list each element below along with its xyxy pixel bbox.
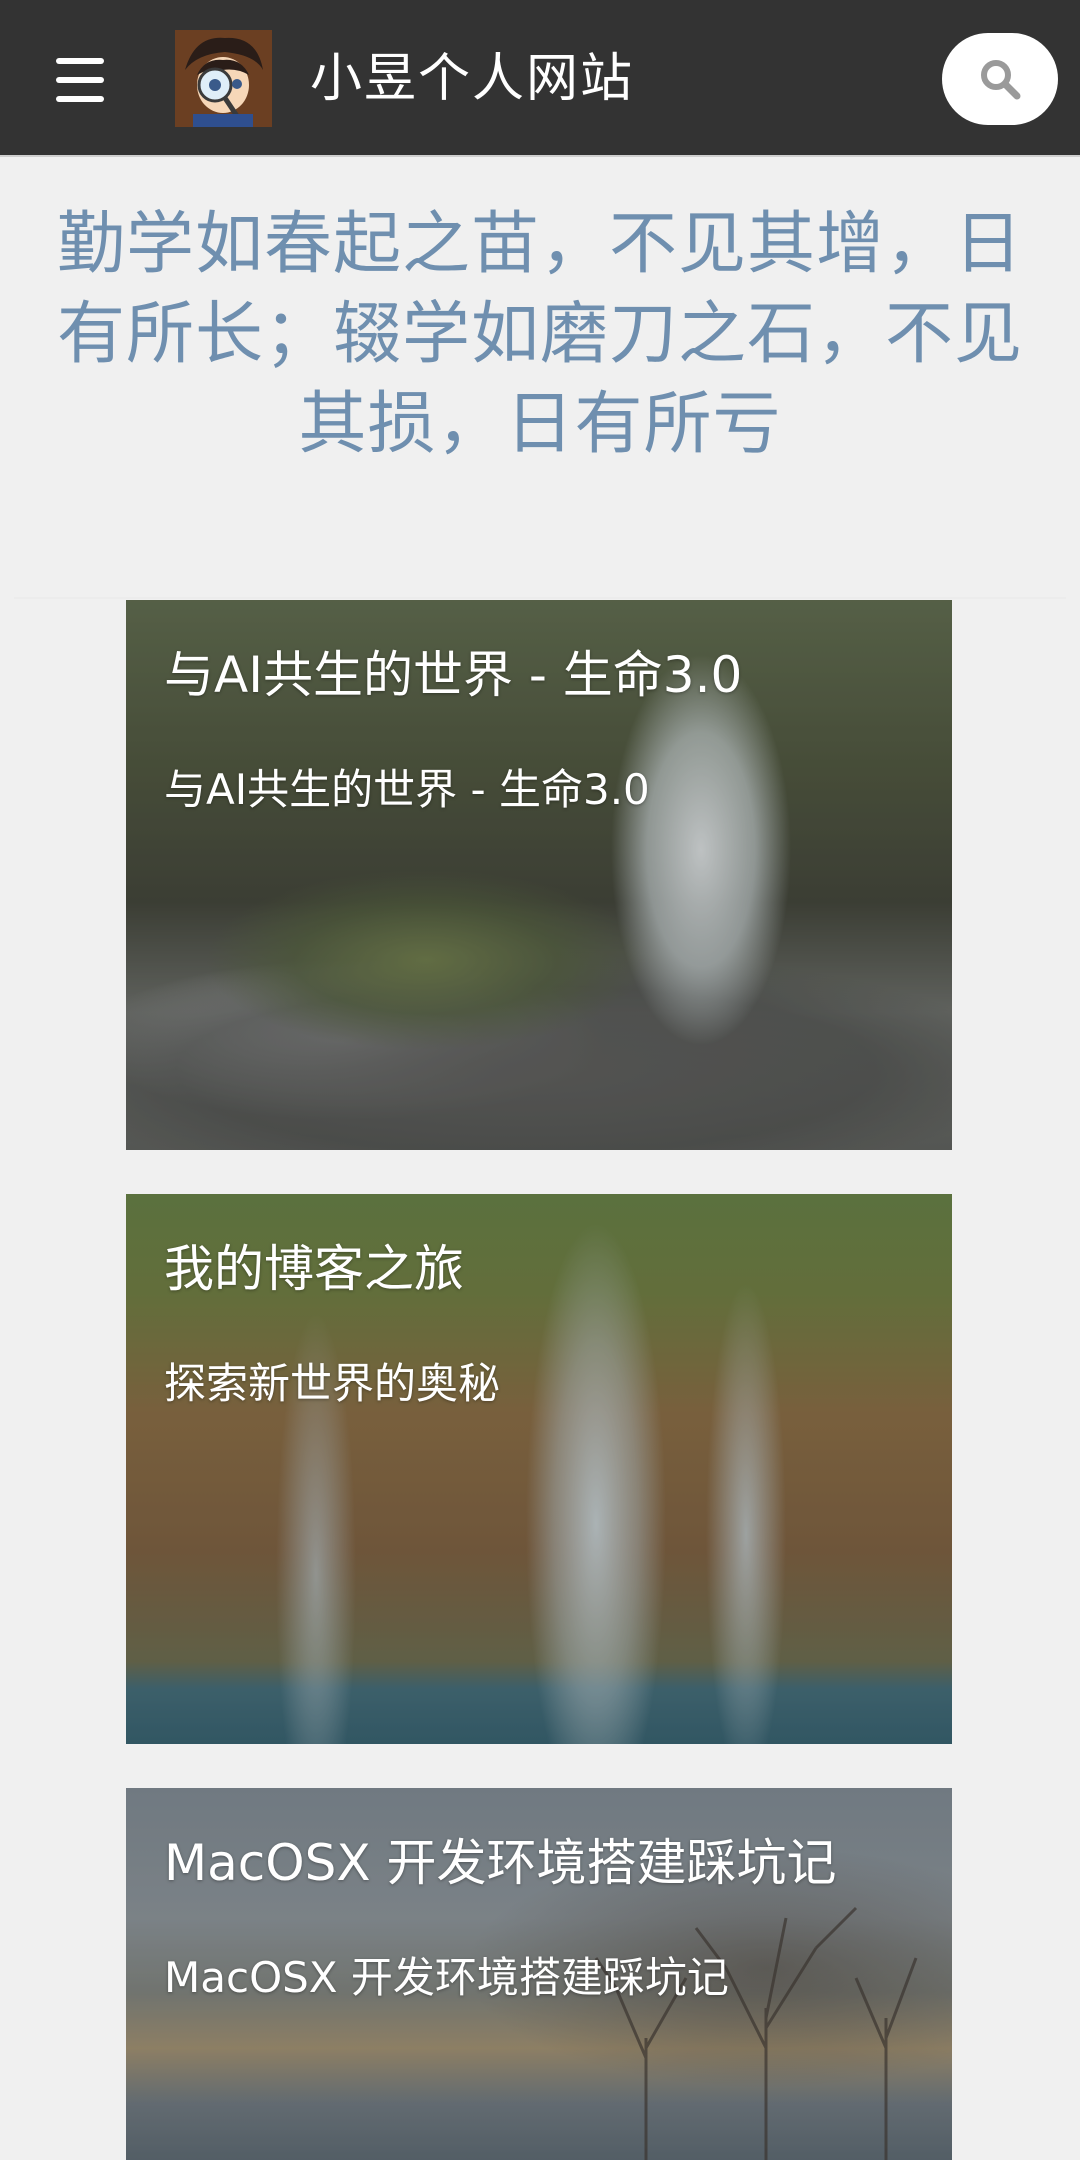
post-subtitle: 探索新世界的奥秘 [164,1359,501,1408]
site-title[interactable]: 小昱个人网站 [310,44,634,114]
post-title[interactable]: 我的博客之旅 [164,1234,464,1304]
post-title[interactable]: MacOSX 开发环境搭建踩坑记 [164,1828,837,1898]
post-card[interactable]: 与AI共生的世界 - 生命3.0 与AI共生的世界 - 生命3.0 [126,600,952,1150]
site-motto: 勤学如春起之苗，不见其增，日有所长；辍学如磨刀之石，不见其损，日有所亏 [56,205,1023,464]
menu-icon[interactable] [48,52,112,108]
post-title[interactable]: 与AI共生的世界 - 生命3.0 [164,640,742,710]
section-divider [14,597,1066,599]
search-icon [981,60,1021,100]
post-card[interactable]: MacOSX 开发环境搭建踩坑记 MacOSX 开发环境搭建踩坑记 [126,1788,952,2160]
top-navbar: 小昱个人网站 [0,0,1080,157]
search-button[interactable] [942,33,1058,125]
post-card[interactable]: 我的博客之旅 探索新世界的奥秘 [126,1194,952,1744]
site-avatar[interactable] [175,30,272,127]
post-subtitle: 与AI共生的世界 - 生命3.0 [164,765,650,814]
post-subtitle: MacOSX 开发环境搭建踩坑记 [164,1953,729,2002]
